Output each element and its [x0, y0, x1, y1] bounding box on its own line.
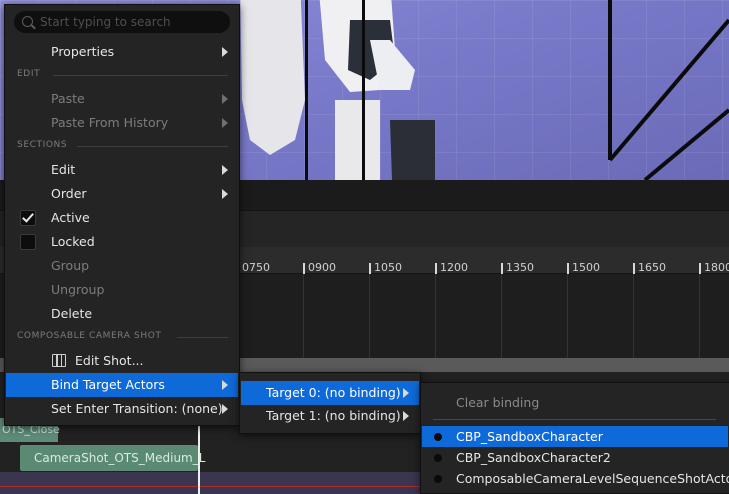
character-figure — [240, 0, 435, 180]
menu-item-label: Active — [51, 210, 90, 225]
context-menu: Properties EDIT Paste Paste From History… — [4, 4, 240, 426]
grid-line — [435, 274, 436, 358]
frame-bar — [362, 0, 365, 180]
grid-line — [501, 274, 502, 358]
chevron-right-icon — [403, 388, 409, 398]
grid-line — [567, 274, 568, 358]
ruler-label: 1800 — [704, 261, 729, 274]
menu-item-active[interactable]: Active — [6, 206, 238, 230]
menu-item-label: Group — [51, 258, 90, 273]
actor-item-label: CBP_SandboxCharacter — [456, 429, 603, 444]
menu-item-group[interactable]: Group — [6, 254, 238, 278]
ruler-label: 1200 — [440, 261, 468, 274]
chevron-right-icon — [222, 189, 228, 199]
grid-line — [699, 274, 700, 358]
grid-line — [633, 274, 634, 358]
ruler-label: 1050 — [374, 261, 402, 274]
menu-item-bind-target-actors[interactable]: Bind Target Actors — [6, 373, 238, 397]
menu-item-order[interactable]: Order — [6, 182, 238, 206]
chevron-right-icon — [222, 165, 228, 175]
menu-item-ungroup[interactable]: Ungroup — [6, 278, 238, 302]
menu-item-paste-from-history[interactable]: Paste From History — [6, 111, 238, 135]
chevron-right-icon — [222, 404, 228, 414]
chevron-right-icon — [403, 411, 409, 421]
section-divider — [53, 75, 228, 76]
menu-item-paste[interactable]: Paste — [6, 87, 238, 111]
camera-shot-clip-label: CameraShot_OTS_Medium_L — [34, 451, 206, 465]
menu-item-delete[interactable]: Delete — [6, 302, 238, 326]
menu-item-label: Delete — [51, 306, 93, 321]
menu-item-properties[interactable]: Properties — [6, 40, 238, 64]
ruler-tick — [303, 263, 305, 274]
actor-item[interactable]: ComposableCameraLevelSequenceShotActor — [422, 468, 729, 489]
menu-item-locked[interactable]: Locked — [6, 230, 238, 254]
ruler-label: 1350 — [506, 261, 534, 274]
actor-binding-submenu: Clear binding CBP_SandboxCharacter CBP_S… — [420, 382, 729, 494]
menu-item-label: Order — [51, 186, 87, 201]
section-divider — [177, 337, 228, 338]
camera-frame-lines — [608, 0, 729, 180]
section-divider — [77, 146, 228, 147]
actor-dot-icon — [434, 454, 442, 462]
section-header-composable-camera-shot: COMPOSABLE CAMERA SHOT — [17, 331, 162, 341]
ruler-label: 0750 — [242, 261, 270, 274]
menu-item-label: Set Enter Transition: (none) — [51, 401, 223, 416]
submenu-item-label: Clear binding — [456, 395, 540, 410]
camera-shot-clip[interactable]: CameraShot_OTS_Medium_L — [20, 445, 205, 471]
ruler-tick — [435, 263, 437, 274]
bind-targets-submenu: Target 0: (no binding) Target 1: (no bin… — [239, 372, 421, 434]
menu-item-label: Edit — [51, 162, 76, 177]
clear-binding-item[interactable]: Clear binding — [422, 392, 728, 413]
locked-checkbox[interactable] — [20, 234, 36, 250]
menu-item-edit-shot[interactable]: Edit Shot... — [6, 349, 238, 373]
playhead[interactable] — [198, 420, 200, 494]
menu-item-label: Locked — [51, 234, 95, 249]
submenu-divider — [433, 419, 716, 420]
menu-item-label: Ungroup — [51, 282, 105, 297]
actor-item-label: CBP_SandboxCharacter2 — [456, 450, 611, 465]
section-header-edit: EDIT — [17, 69, 41, 79]
active-checkbox[interactable] — [20, 210, 36, 226]
menu-item-edit[interactable]: Edit — [6, 158, 238, 182]
chevron-right-icon — [222, 118, 228, 128]
actor-dot-icon — [434, 433, 442, 441]
submenu-item-target-1[interactable]: Target 1: (no binding) — [241, 404, 419, 428]
ruler-label: 0900 — [308, 261, 336, 274]
chevron-right-icon — [222, 47, 228, 57]
grid-line — [369, 274, 370, 358]
section-header-sections: SECTIONS — [17, 140, 68, 150]
menu-item-label: Paste From History — [51, 115, 169, 130]
menu-item-label: Properties — [51, 44, 115, 59]
chevron-right-icon — [222, 380, 228, 390]
submenu-item-target-0[interactable]: Target 0: (no binding) — [241, 381, 419, 405]
grid-line — [303, 274, 304, 358]
ruler-tick — [567, 263, 569, 274]
menu-item-set-enter-transition[interactable]: Set Enter Transition: (none) — [6, 397, 238, 421]
search-input[interactable] — [40, 11, 226, 33]
film-icon — [52, 354, 66, 367]
search-box[interactable] — [14, 11, 230, 33]
submenu-item-label: Target 1: (no binding) — [266, 408, 401, 423]
actor-item[interactable]: CBP_SandboxCharacter — [422, 426, 728, 447]
actor-item-label: ComposableCameraLevelSequenceShotActor — [456, 471, 729, 486]
ruler-label: 1650 — [638, 261, 666, 274]
menu-item-label: Edit Shot... — [75, 353, 144, 368]
chevron-right-icon — [222, 94, 228, 104]
ruler-label: 1500 — [572, 261, 600, 274]
menu-item-label: Paste — [51, 91, 85, 106]
actor-dot-icon — [434, 475, 442, 483]
checkmark-icon — [22, 210, 34, 223]
ruler-tick — [633, 263, 635, 274]
submenu-item-label: Target 0: (no binding) — [266, 385, 401, 400]
menu-item-label: Bind Target Actors — [51, 377, 165, 392]
ruler-tick — [369, 263, 371, 274]
search-icon — [22, 16, 33, 27]
ruler-tick — [699, 263, 701, 274]
actor-item[interactable]: CBP_SandboxCharacter2 — [422, 447, 728, 468]
ruler-tick — [501, 263, 503, 274]
frame-bar — [305, 0, 308, 180]
